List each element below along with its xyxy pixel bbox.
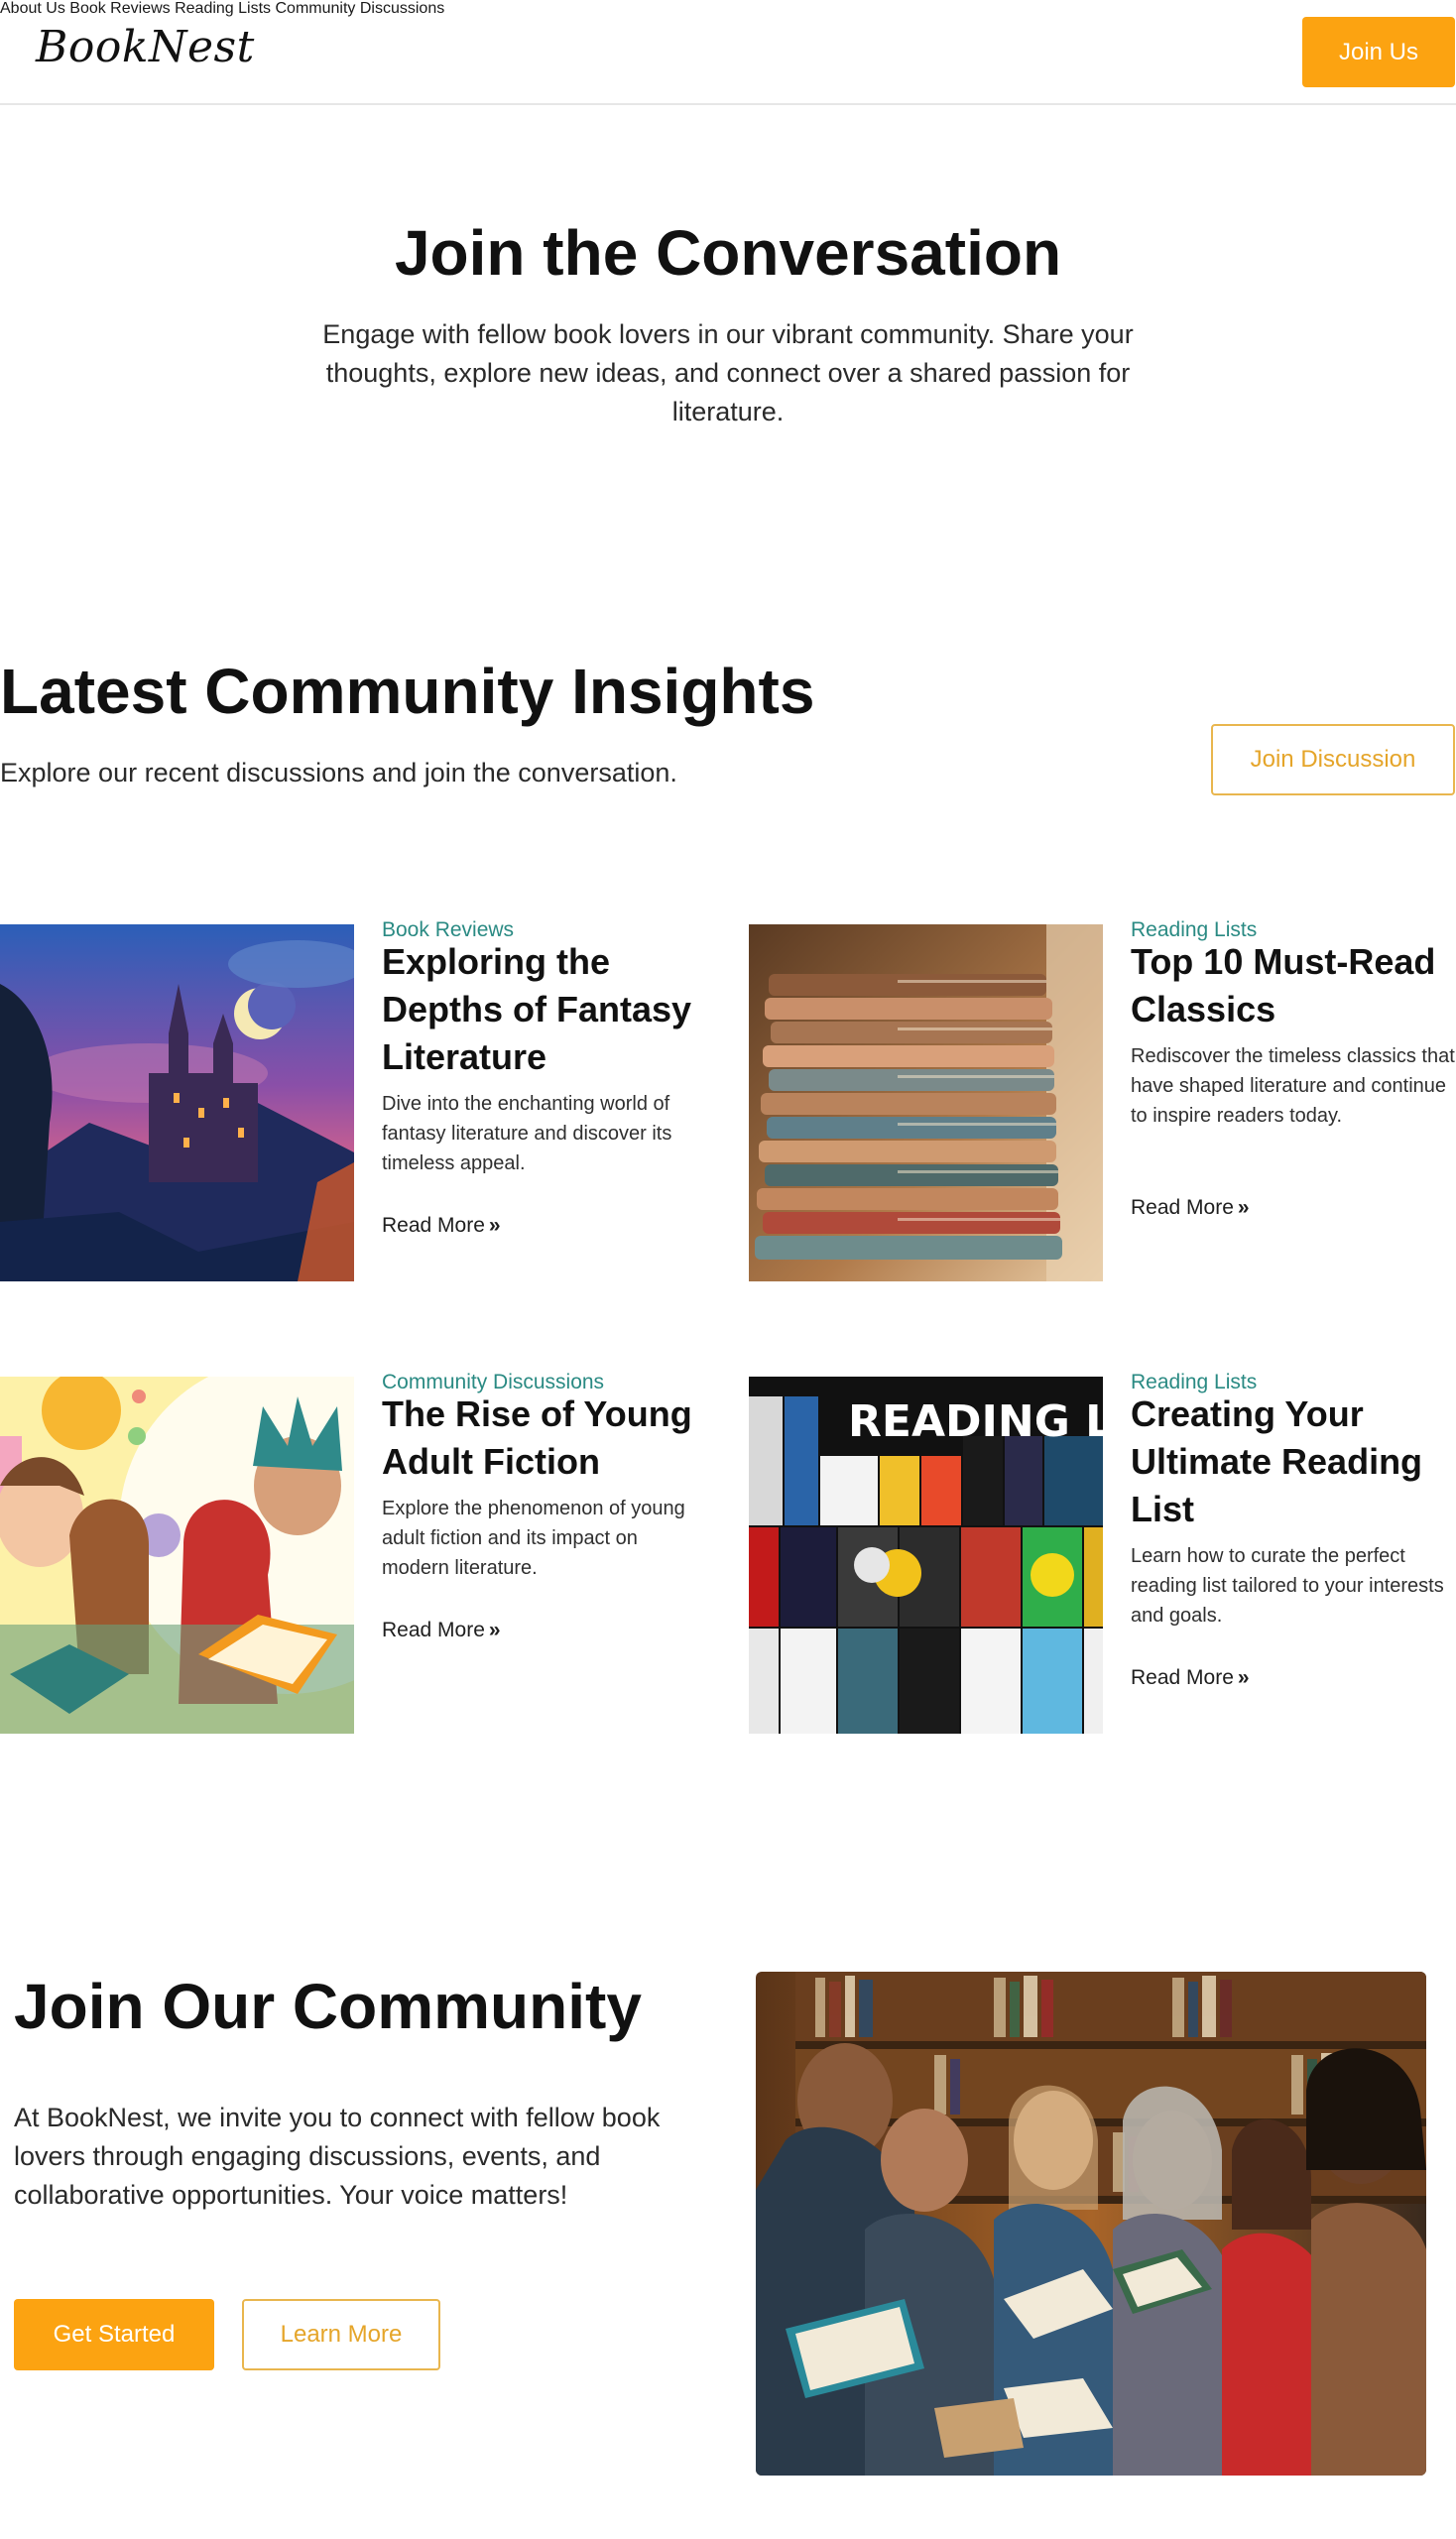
read-more-link[interactable]: Read More» — [382, 1619, 501, 1642]
card-title[interactable]: Top 10 Must-Read Classics — [1131, 938, 1456, 1033]
site-logo[interactable]: BookNest — [36, 22, 255, 72]
insight-card[interactable]: Book Reviews Exploring the Depths of Fan… — [0, 918, 714, 1281]
site-header: BookNest About Us Book Reviews Reading L… — [0, 0, 1456, 105]
hero-title: Join the Conversation — [394, 217, 1062, 289]
join-discussion-button[interactable]: Join Discussion — [1211, 724, 1455, 795]
card-description: Learn how to curate the perfect reading … — [1131, 1545, 1444, 1627]
young-readers-image[interactable] — [0, 1377, 354, 1734]
nav-about-us[interactable]: About Us — [0, 0, 65, 17]
double-chevron-right-icon: » — [1237, 1196, 1250, 1219]
book-stack-image[interactable] — [749, 924, 1103, 1281]
join-us-button[interactable]: Join Us — [1302, 17, 1455, 87]
double-chevron-right-icon: » — [1237, 1666, 1250, 1689]
learn-more-button[interactable]: Learn More — [242, 2299, 440, 2370]
read-more-label: Read More — [1131, 1196, 1234, 1219]
insight-card[interactable]: Community Discussions The Rise of Young … — [0, 1371, 714, 1734]
insight-card[interactable]: READING LI Reading Lists Creating Your U… — [749, 1371, 1456, 1734]
readers-group-image — [756, 1972, 1426, 2476]
main-nav: About Us Book Reviews Reading Lists Comm… — [0, 0, 1456, 18]
reading-list-collage-image[interactable]: READING LI — [749, 1377, 1103, 1734]
insight-card[interactable]: Reading Lists Top 10 Must-Read Classics … — [749, 918, 1456, 1281]
card-title[interactable]: Exploring the Depths of Fantasy Literatu… — [382, 938, 714, 1081]
nav-book-reviews[interactable]: Book Reviews — [69, 0, 170, 17]
read-more-link[interactable]: Read More» — [1131, 1666, 1250, 1690]
card-title[interactable]: Creating Your Ultimate Reading List — [1131, 1390, 1456, 1533]
card-description: Explore the phenomenon of young adult fi… — [382, 1498, 685, 1579]
read-more-label: Read More — [382, 1214, 485, 1237]
nav-reading-lists[interactable]: Reading Lists — [175, 0, 271, 17]
card-description: Dive into the enchanting world of fantas… — [382, 1093, 672, 1174]
fantasy-castle-image[interactable] — [0, 924, 354, 1281]
double-chevron-right-icon: » — [488, 1619, 501, 1641]
collage-overlay-text: READING LI — [848, 1396, 1103, 1447]
card-description: Rediscover the timeless classics that ha… — [1131, 1045, 1455, 1127]
nav-community-discussions[interactable]: Community Discussions — [276, 0, 445, 17]
insights-title: Latest Community Insights — [0, 656, 815, 727]
community-description: At BookNest, we invite you to connect wi… — [14, 2103, 661, 2210]
read-more-label: Read More — [1131, 1666, 1234, 1689]
insights-subtitle: Explore our recent discussions and join … — [0, 758, 677, 787]
card-title[interactable]: The Rise of Young Adult Fiction — [382, 1390, 714, 1486]
hero-description: Engage with fellow book lovers in our vi… — [322, 319, 1134, 426]
double-chevron-right-icon: » — [488, 1214, 501, 1237]
read-more-link[interactable]: Read More» — [382, 1214, 501, 1238]
community-title: Join Our Community — [14, 1971, 642, 2042]
read-more-label: Read More — [382, 1619, 485, 1641]
read-more-link[interactable]: Read More» — [1131, 1196, 1250, 1220]
get-started-button[interactable]: Get Started — [14, 2299, 214, 2370]
